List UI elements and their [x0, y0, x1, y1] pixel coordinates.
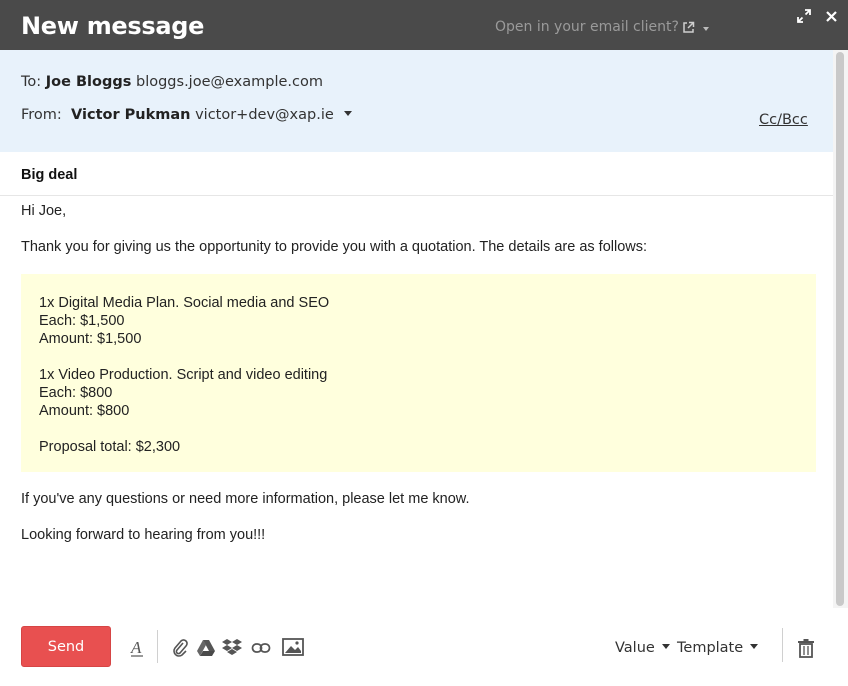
to-label: To:: [21, 74, 42, 90]
body-intro: Thank you for giving us the opportunity …: [21, 239, 648, 255]
trash-icon[interactable]: [797, 638, 815, 658]
value-caret-icon: [661, 643, 670, 649]
body-questions: If you've any questions or need more inf…: [21, 491, 470, 507]
template-dropdown[interactable]: Template: [677, 640, 759, 656]
from-email: victor+dev@xap.ie: [195, 107, 334, 123]
item-1-each: Each: $1,500: [39, 313, 125, 329]
item-1-title: 1x Digital Media Plan. Social media and …: [39, 295, 330, 311]
template-caret-icon: [750, 643, 759, 649]
window-title: New message: [21, 12, 205, 40]
close-icon[interactable]: [825, 10, 838, 23]
body-greeting: Hi Joe,: [21, 203, 67, 219]
item-2-amount: Amount: $800: [39, 403, 130, 419]
compose-toolbar: Send A Value Template: [0, 608, 848, 686]
client-options-caret-icon[interactable]: [703, 27, 709, 31]
send-button[interactable]: Send: [21, 626, 111, 667]
value-dropdown[interactable]: Value: [615, 640, 670, 656]
compose-titlebar: New message Open in your email client?: [0, 0, 848, 50]
item-1-amount: Amount: $1,500: [39, 331, 142, 347]
from-label: From:: [21, 107, 62, 123]
svg-text:A: A: [130, 638, 142, 657]
item-2-each: Each: $800: [39, 385, 113, 401]
from-dropdown-caret-icon[interactable]: [344, 111, 353, 116]
item-2-title: 1x Video Production. Script and video ed…: [39, 367, 328, 383]
to-row[interactable]: To: Joe Bloggs bloggs.joe@example.com: [21, 74, 323, 90]
recipients-header: To: Joe Bloggs bloggs.joe@example.com Fr…: [0, 50, 833, 152]
scrollbar-thumb[interactable]: [836, 52, 844, 606]
link-icon[interactable]: [251, 638, 271, 658]
font-format-icon[interactable]: A: [127, 638, 147, 658]
google-drive-icon[interactable]: [196, 638, 216, 658]
external-link-icon[interactable]: [682, 21, 695, 34]
paperclip-icon[interactable]: [170, 638, 190, 658]
proposal-total: Proposal total: $2,300: [39, 439, 181, 455]
quotation-block: 1x Digital Media Plan. Social media and …: [21, 274, 816, 472]
from-row[interactable]: From: Victor Pukman victor+dev@xap.ie: [21, 107, 353, 123]
expand-icon[interactable]: [797, 9, 811, 23]
value-label: Value: [615, 640, 655, 656]
subject-field[interactable]: Big deal: [0, 152, 833, 196]
toolbar-divider: [157, 630, 158, 663]
template-label: Template: [677, 640, 744, 656]
to-email: bloggs.joe@example.com: [136, 74, 323, 90]
dropbox-icon[interactable]: [222, 637, 242, 657]
from-name: Victor Pukman: [71, 107, 191, 123]
cc-bcc-link[interactable]: Cc/Bcc: [759, 112, 808, 128]
toolbar-divider: [782, 628, 783, 662]
to-name: Joe Bloggs: [45, 74, 132, 90]
image-icon[interactable]: [282, 637, 304, 657]
body-closing: Looking forward to hearing from you!!!: [21, 527, 266, 543]
open-in-email-client-link[interactable]: Open in your email client?: [495, 19, 679, 35]
